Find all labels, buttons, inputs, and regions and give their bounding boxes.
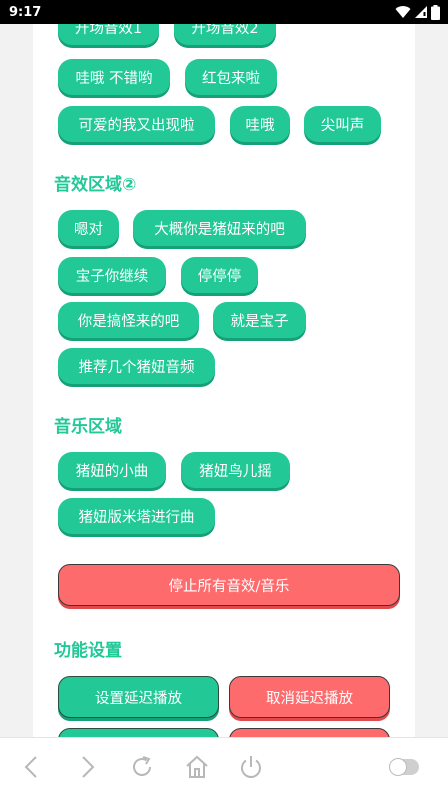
button-label: 开场音效1: [74, 24, 143, 37]
button-label: 取消延迟播放: [266, 690, 353, 707]
music-button-bird-shake[interactable]: 猪妞鸟儿摇: [181, 452, 290, 488]
set-delay-button[interactable]: 设置延迟播放: [58, 676, 219, 718]
button-label: 哇哦 不错哟: [75, 70, 153, 87]
status-bar: 9:17: [0, 0, 448, 24]
power-icon[interactable]: [238, 754, 264, 780]
sound-button-opening-2[interactable]: 开场音效2: [174, 24, 276, 45]
sound-button-stop[interactable]: 停停停: [181, 257, 258, 293]
cancel-delay-button[interactable]: 取消延迟播放: [229, 676, 390, 718]
button-label: 停止所有音效/音乐: [168, 578, 290, 595]
button-label: 红包来啦: [202, 70, 260, 87]
button-label: 猪妞的小曲: [75, 463, 149, 480]
sound-button-funny[interactable]: 你是搞怪来的吧: [58, 302, 199, 338]
sound-button-wow[interactable]: 哇哦: [230, 106, 290, 142]
home-icon[interactable]: [184, 754, 210, 780]
wifi-icon: [395, 5, 411, 19]
button-label: 就是宝子: [230, 313, 289, 330]
button-label: 大概你是猪妞来的吧: [154, 221, 285, 238]
button-label: 推荐几个猪妞音频: [78, 359, 195, 376]
music-button-tune[interactable]: 猪妞的小曲: [58, 452, 166, 488]
sound-button-red-packet[interactable]: 红包来啦: [185, 59, 277, 95]
button-label: 猪妞版米塔进行曲: [78, 509, 195, 526]
signal-icon: [414, 5, 428, 19]
button-label: 你是搞怪来的吧: [77, 313, 180, 330]
toggle-switch[interactable]: [389, 758, 419, 776]
button-label: 停停停: [197, 268, 242, 285]
button-label: 可爱的我又出现啦: [78, 117, 195, 134]
sound-button-wow-nice[interactable]: 哇哦 不错哟: [58, 59, 170, 95]
bottom-nav-bar: [0, 737, 448, 797]
section-title-music: 音乐区域: [54, 417, 122, 437]
section-title-settings: 功能设置: [54, 641, 122, 661]
sound-button-opening-1[interactable]: 开场音效1: [58, 24, 159, 45]
button-label: 猪妞鸟儿摇: [199, 463, 272, 480]
settings-button-partial-red[interactable]: [229, 728, 390, 737]
settings-button-partial[interactable]: [58, 728, 219, 737]
refresh-icon[interactable]: [129, 754, 155, 780]
toggle-knob: [389, 758, 407, 776]
button-label: 宝子你继续: [75, 268, 149, 285]
sound-button-maybe-pig[interactable]: 大概你是猪妞来的吧: [133, 210, 306, 246]
sound-button-scream[interactable]: 尖叫声: [304, 106, 381, 142]
music-button-march[interactable]: 猪妞版米塔进行曲: [58, 498, 215, 534]
button-label: 开场音效2: [191, 24, 259, 37]
sound-button-yes[interactable]: 嗯对: [58, 210, 119, 246]
forward-icon[interactable]: [74, 754, 100, 780]
content-card: 开场音效1 开场音效2 哇哦 不错哟 红包来啦 可爱的我又出现啦 哇哦 尖叫声 …: [33, 24, 415, 737]
back-icon[interactable]: [19, 754, 45, 780]
button-label: 设置延迟播放: [95, 690, 182, 707]
stop-all-button[interactable]: 停止所有音效/音乐: [58, 564, 400, 606]
status-icons: [395, 4, 440, 20]
sound-button-continue[interactable]: 宝子你继续: [58, 257, 166, 293]
button-label: 尖叫声: [320, 117, 365, 134]
sound-button-recommend[interactable]: 推荐几个猪妞音频: [58, 348, 215, 384]
sound-button-cute-me[interactable]: 可爱的我又出现啦: [58, 106, 215, 142]
battery-icon: [431, 4, 440, 20]
status-time: 9:17: [9, 4, 42, 20]
button-label: 嗯对: [74, 221, 103, 238]
button-label: 哇哦: [245, 117, 275, 134]
section-title-sound-2: 音效区域②: [54, 175, 137, 195]
sound-button-baby[interactable]: 就是宝子: [213, 302, 306, 338]
